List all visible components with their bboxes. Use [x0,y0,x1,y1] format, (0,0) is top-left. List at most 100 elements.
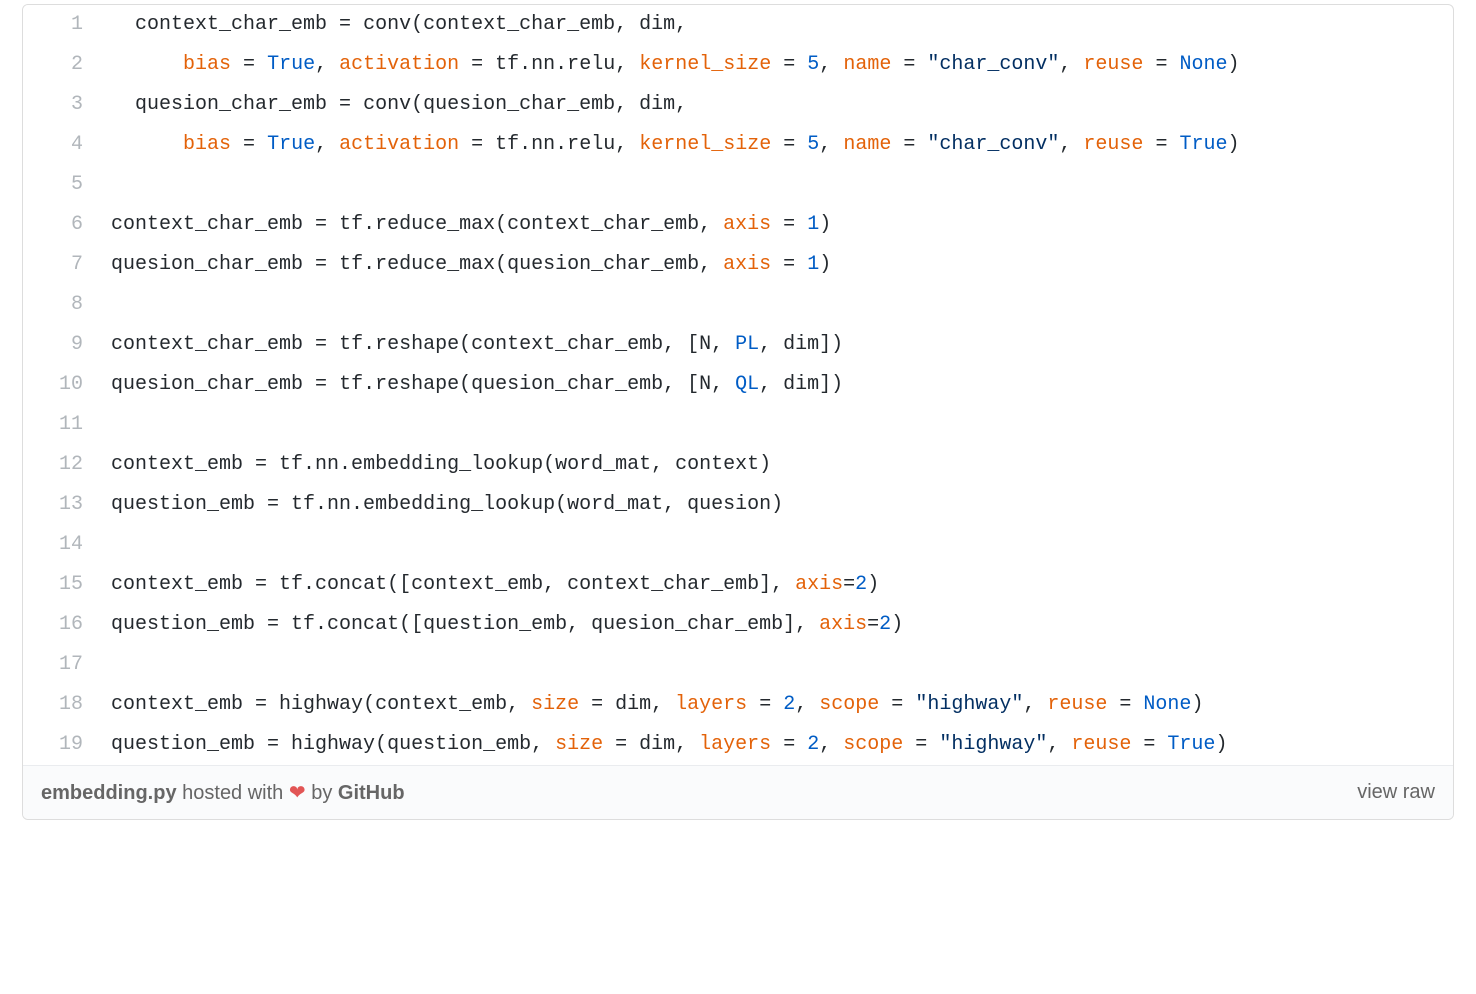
github-link[interactable]: GitHub [338,782,405,804]
code-token [603,733,615,756]
code-token [1143,133,1155,156]
code-token: , dim]) [759,333,843,356]
line-number[interactable]: 13 [23,485,97,525]
line-number[interactable]: 3 [23,85,97,125]
code-token: = [255,693,267,716]
code-token: = [339,93,351,116]
code-line: 18context_emb = highway(context_emb, siz… [23,685,1453,725]
code-token: activation [339,133,459,156]
code-token: 2 [879,613,891,636]
code-token: = [243,53,255,76]
code-token: tf.concat([question_emb, quesion_char_em… [279,613,819,636]
code-cell [97,645,1453,685]
code-token [903,733,915,756]
line-number[interactable]: 7 [23,245,97,285]
code-token: conv(quesion_char_emb, dim, [351,93,687,116]
code-token: , [795,693,819,716]
code-token: context_emb [111,693,255,716]
code-token: , [315,53,339,76]
code-token: layers [699,733,771,756]
code-token: = [903,53,915,76]
code-token [255,133,267,156]
code-token: , [315,133,339,156]
code-token [231,133,243,156]
code-token [903,693,915,716]
code-token: PL [735,333,759,356]
code-cell: question_emb = tf.nn.embedding_lookup(wo… [97,485,1453,525]
code-token [771,693,783,716]
code-token: dim, [603,693,675,716]
code-token: context_char_emb [111,213,315,236]
code-token: kernel_size [639,53,771,76]
line-number[interactable]: 17 [23,645,97,685]
code-cell: question_emb = tf.concat([question_emb, … [97,605,1453,645]
code-token [795,213,807,236]
line-number[interactable]: 10 [23,365,97,405]
code-token: context_char_emb [111,13,339,36]
line-number[interactable]: 15 [23,565,97,605]
code-token [579,693,591,716]
code-token: tf.concat([context_emb, context_char_emb… [267,573,795,596]
line-number[interactable]: 12 [23,445,97,485]
code-token: ) [867,573,879,596]
line-number[interactable]: 4 [23,125,97,165]
line-number[interactable]: 16 [23,605,97,645]
code-token: tf.nn.relu, [483,53,639,76]
line-number[interactable]: 1 [23,5,97,45]
code-token: axis [795,573,843,596]
code-token: = [843,573,855,596]
code-token: = [591,693,603,716]
code-token: , dim]) [759,373,843,396]
line-number[interactable]: 6 [23,205,97,245]
code-token: = [615,733,627,756]
code-token: = [267,613,279,636]
line-number[interactable]: 18 [23,685,97,725]
line-number[interactable]: 19 [23,725,97,765]
code-token: = [891,693,903,716]
code-token [771,133,783,156]
code-token: , [1023,693,1047,716]
code-token [795,133,807,156]
line-number[interactable]: 11 [23,405,97,445]
code-token [111,53,183,76]
code-token: = [315,373,327,396]
code-line: 16question_emb = tf.concat([question_emb… [23,605,1453,645]
code-token: = [1155,133,1167,156]
code-token [1155,733,1167,756]
code-token: ) [819,253,831,276]
code-token [891,133,903,156]
code-token: = [255,453,267,476]
code-token: tf.reduce_max(quesion_char_emb, [327,253,723,276]
code-token [1167,133,1179,156]
code-line: 8 [23,285,1453,325]
code-token [255,53,267,76]
code-token: 5 [807,53,819,76]
code-token: "highway" [939,733,1047,756]
line-number[interactable]: 14 [23,525,97,565]
code-cell: context_emb = tf.concat([context_emb, co… [97,565,1453,605]
line-number[interactable]: 2 [23,45,97,85]
code-line: 10quesion_char_emb = tf.reshape(quesion_… [23,365,1453,405]
code-line: 9context_char_emb = tf.reshape(context_c… [23,325,1453,365]
line-number[interactable]: 9 [23,325,97,365]
code-token: scope [819,693,879,716]
code-token [1131,693,1143,716]
code-token: context_emb [111,573,255,596]
code-token: tf.reshape(context_char_emb, [N, [327,333,735,356]
code-token: reuse [1083,133,1143,156]
line-number[interactable]: 5 [23,165,97,205]
code-line: 7quesion_char_emb = tf.reduce_max(quesio… [23,245,1453,285]
line-number[interactable]: 8 [23,285,97,325]
code-token: highway(question_emb, [279,733,555,756]
code-token [771,53,783,76]
code-cell [97,525,1453,565]
filename-link[interactable]: embedding.py [41,782,177,804]
code-token: ) [1228,53,1240,76]
view-raw-link[interactable]: view raw [1357,781,1435,804]
heart-icon: ❤ [289,782,306,804]
code-token: context_emb [111,453,255,476]
code-token: QL [735,373,759,396]
code-scroll-area[interactable]: 1 context_char_emb = conv(context_char_e… [23,5,1453,765]
code-token: 1 [807,213,819,236]
code-cell: question_emb = highway(question_emb, siz… [97,725,1453,765]
